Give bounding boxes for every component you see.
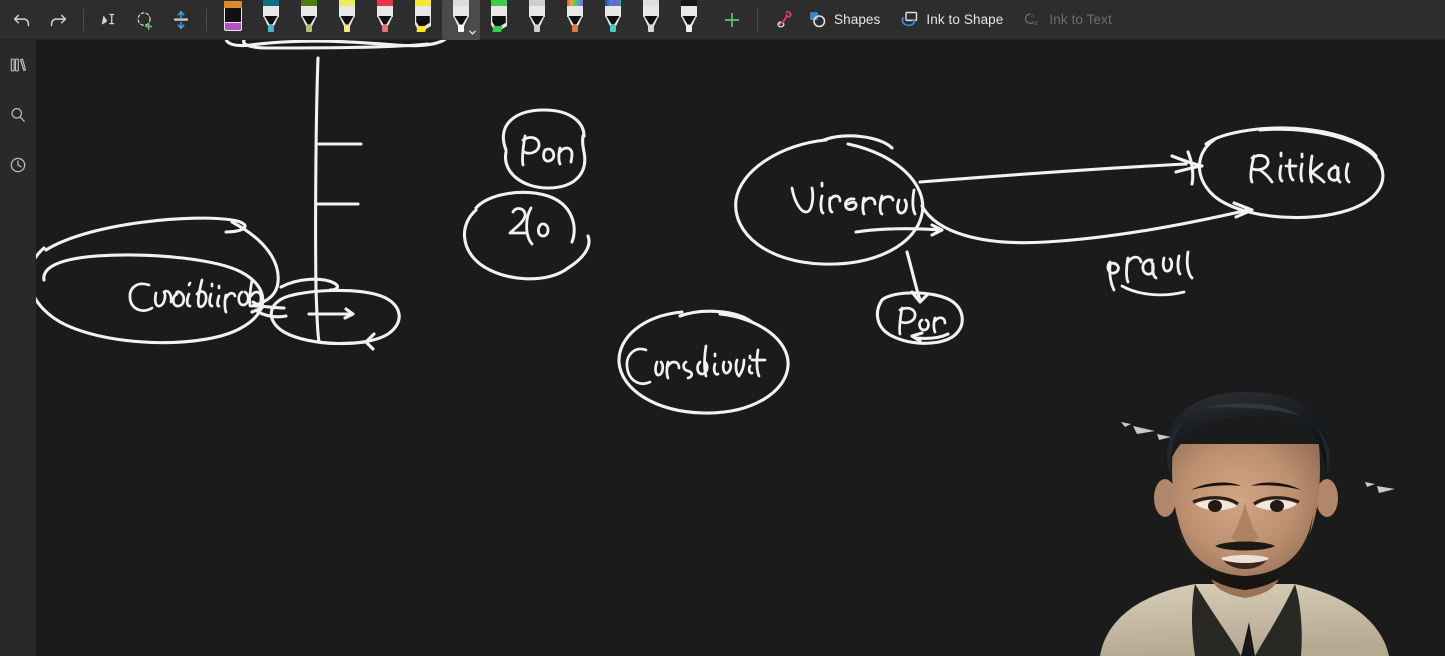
chevron-down-icon[interactable] [468, 28, 477, 37]
pen-tool-8[interactable] [518, 0, 556, 40]
pen-tool-9[interactable] [556, 0, 594, 40]
pen-tool-5[interactable] [404, 0, 442, 40]
whiteboard-canvas[interactable] [36, 40, 1445, 656]
ink-to-shape-button[interactable]: Ink to Shape [895, 3, 1012, 37]
lasso-select-icon [101, 13, 115, 25]
ink-text-eraser [1106, 250, 1194, 297]
ink-text-ritika [1249, 151, 1351, 184]
ink-text-consrdevot [625, 344, 767, 385]
highlighter-icon [488, 0, 510, 34]
ink-text-pen-right [898, 306, 947, 336]
add-pen-button[interactable] [714, 3, 750, 37]
pen-tool-11[interactable] [632, 0, 670, 40]
shapes-label: Shapes [834, 12, 881, 27]
redo-button[interactable] [40, 3, 76, 37]
pen-tool-1[interactable] [252, 0, 290, 40]
pen-palette [214, 0, 708, 40]
ink-text-pen-top [521, 134, 574, 167]
pen-icon [526, 0, 548, 34]
ink-shape-axis-ellipse [269, 277, 401, 346]
toolbar-divider-2 [206, 8, 207, 31]
insert-space-icon [173, 10, 189, 29]
ink-arrow-virendra-underline [854, 223, 944, 237]
ink-shape-consideration-left [36, 216, 280, 345]
pen-tool-6[interactable] [442, 0, 480, 40]
toolbar-divider-1 [83, 8, 84, 31]
pen-icon [374, 0, 396, 34]
add-selection-button[interactable] [127, 3, 163, 37]
ink-to-shape-icon [901, 11, 918, 27]
svg-text:a: a [1034, 17, 1038, 27]
ink-to-shape-label: Ink to Shape [926, 12, 1004, 27]
insert-space-button[interactable] [163, 3, 199, 37]
add-selection-icon [137, 11, 153, 30]
highlighter-icon [412, 0, 434, 34]
ink-to-text-icon: a a [1025, 13, 1038, 27]
pen-icon [260, 0, 282, 34]
pen-icon [298, 0, 320, 34]
top-toolbar: Shapes Ink to Shape a a Ink to Text [0, 0, 1445, 40]
undo-icon [13, 14, 30, 26]
plus-icon [724, 12, 740, 27]
left-sidebar [0, 40, 36, 656]
ink-text-210 [508, 206, 550, 246]
search-icon [11, 108, 25, 122]
pen-icon [602, 0, 624, 34]
pen-icon [336, 0, 358, 34]
pen-tool-3[interactable] [328, 0, 366, 40]
ink-shape-cut-ellipse [224, 40, 447, 50]
ink-to-text-label: Ink to Text [1049, 12, 1112, 27]
ink-to-text-button[interactable]: a a Ink to Text [1018, 3, 1120, 37]
pen-tool-7[interactable] [480, 0, 518, 40]
pen-tool-0[interactable] [214, 0, 252, 40]
toolbar-divider-3 [757, 8, 758, 31]
undo-button[interactable] [4, 3, 40, 37]
whiteboard-app: Shapes Ink to Shape a a Ink to Text [0, 0, 1445, 656]
ink-text-considiroh [128, 278, 263, 314]
ink-text-virendra [790, 181, 917, 216]
clock-icon [10, 157, 26, 173]
ink-connector-eraser-ritika [920, 201, 1254, 245]
pen-tool-10[interactable] [594, 0, 632, 40]
pen-icon [564, 0, 586, 34]
pen-tool-12[interactable] [670, 0, 708, 40]
ink-shape-axis [314, 56, 376, 351]
ink-shape-ritika [1197, 126, 1385, 220]
sidebar-item-recent[interactable] [3, 150, 33, 180]
shapes-button[interactable]: Shapes [803, 3, 889, 37]
ink-layer [36, 40, 1385, 415]
sidebar-item-search[interactable] [3, 100, 33, 130]
redo-icon [50, 14, 67, 26]
ink-replay-icon [776, 10, 792, 28]
lasso-select-button[interactable] [91, 3, 127, 37]
pen-tool-2[interactable] [290, 0, 328, 40]
eraser-icon [222, 0, 244, 34]
ink-connector-virendra-ritika [918, 150, 1204, 186]
pen-icon [640, 0, 662, 34]
library-icon [10, 58, 27, 72]
shapes-icon [810, 12, 826, 28]
pen-tool-4[interactable] [366, 0, 404, 40]
sidebar-item-notebooks[interactable] [3, 50, 33, 80]
ink-replay-button[interactable] [767, 3, 803, 37]
pen-icon [678, 0, 700, 34]
